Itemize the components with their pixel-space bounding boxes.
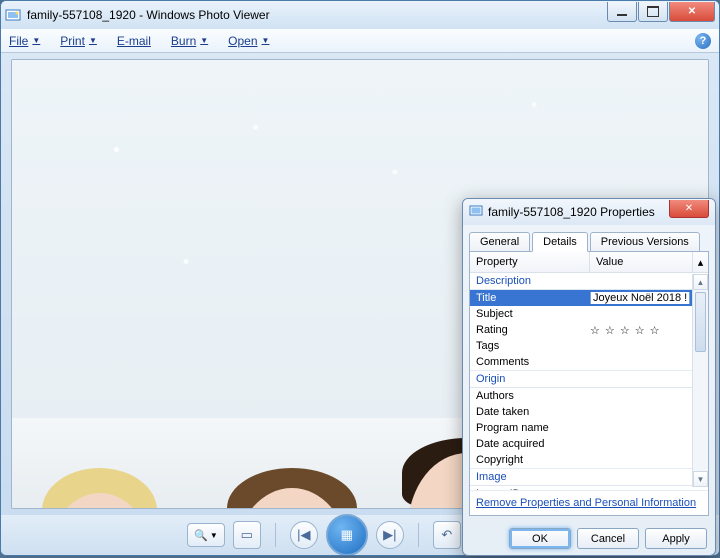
row-title[interactable]: Title Joyeux Noël 2018 ! [470, 290, 708, 306]
slideshow-button[interactable]: ▦ [326, 514, 368, 556]
remove-properties-link[interactable]: Remove Properties and Personal Informati… [470, 490, 708, 515]
next-icon: ▶| [383, 527, 396, 543]
menu-open[interactable]: Open▼ [228, 34, 269, 48]
properties-scrollbar[interactable]: ▲ ▼ [692, 274, 708, 487]
dialog-buttons: OK Cancel Apply [463, 522, 715, 555]
tab-general[interactable]: General [469, 232, 530, 252]
help-icon[interactable]: ? [695, 33, 711, 49]
properties-dialog[interactable]: family-557108_1920 Properties ✕ General … [462, 198, 716, 556]
column-property[interactable]: Property [470, 252, 590, 272]
minimize-button[interactable] [607, 2, 637, 22]
menu-burn[interactable]: Burn▼ [171, 34, 208, 48]
row-rating[interactable]: Rating☆ ☆ ☆ ☆ ☆ [470, 322, 708, 338]
group-origin: Origin [470, 370, 708, 388]
row-comments[interactable]: Comments [470, 354, 708, 370]
properties-list-header: Property Value ▴ [470, 252, 708, 273]
menu-file[interactable]: File▼ [9, 34, 40, 48]
properties-tabs: General Details Previous Versions [463, 225, 715, 251]
row-subject[interactable]: Subject [470, 306, 708, 322]
zoom-control[interactable]: 🔍▼ [187, 523, 225, 547]
tab-details[interactable]: Details [532, 232, 588, 252]
close-button[interactable] [669, 2, 715, 22]
scrollbar-thumb[interactable] [695, 292, 706, 352]
titlebar[interactable]: family-557108_1920 - Windows Photo Viewe… [1, 1, 719, 29]
maximize-button[interactable] [638, 2, 668, 22]
rotate-ccw-icon: ↶ [441, 527, 452, 543]
magnifier-icon: 🔍 [194, 529, 208, 542]
group-image: Image [470, 468, 708, 486]
row-program-name[interactable]: Program name [470, 420, 708, 436]
next-button[interactable]: ▶| [376, 521, 404, 549]
menubar: File▼ Print▼ E-mail Burn▼ Open▼ ? [1, 29, 719, 53]
scrollbar-down[interactable]: ▼ [693, 471, 708, 487]
apply-button[interactable]: Apply [645, 528, 707, 549]
menu-print[interactable]: Print▼ [60, 34, 97, 48]
group-description: Description [470, 273, 708, 290]
previous-button[interactable]: |◀ [290, 521, 318, 549]
properties-icon [469, 204, 483, 221]
fit-button[interactable]: ▭ [233, 521, 261, 549]
cancel-button[interactable]: Cancel [577, 528, 639, 549]
fit-icon: ▭ [241, 527, 253, 543]
window-title: family-557108_1920 - Windows Photo Viewe… [27, 8, 606, 22]
row-tags[interactable]: Tags [470, 338, 708, 354]
ok-button[interactable]: OK [509, 528, 571, 549]
label-title: Title [476, 292, 590, 304]
row-copyright[interactable]: Copyright [470, 452, 708, 468]
rotate-ccw-button[interactable]: ↶ [433, 521, 461, 549]
value-title-input[interactable]: Joyeux Noël 2018 ! [590, 292, 690, 304]
properties-close-button[interactable]: ✕ [669, 200, 709, 218]
properties-titlebar[interactable]: family-557108_1920 Properties ✕ [463, 199, 715, 225]
app-icon [5, 7, 21, 23]
separator [418, 523, 419, 547]
row-date-taken[interactable]: Date taken [470, 404, 708, 420]
properties-tab-body: Property Value ▴ Description Title Joyeu… [469, 251, 709, 516]
row-authors[interactable]: Authors [470, 388, 708, 404]
prev-icon: |◀ [297, 527, 310, 543]
menu-email[interactable]: E-mail [117, 34, 151, 48]
separator [275, 523, 276, 547]
scroll-up-icon[interactable]: ▴ [692, 252, 708, 272]
properties-title: family-557108_1920 Properties [488, 205, 655, 219]
tab-previous-versions[interactable]: Previous Versions [590, 232, 700, 252]
row-date-acquired[interactable]: Date acquired [470, 436, 708, 452]
properties-list[interactable]: Description Title Joyeux Noël 2018 ! Sub… [470, 273, 708, 490]
column-value[interactable]: Value [590, 252, 692, 272]
scrollbar-up[interactable]: ▲ [693, 274, 708, 290]
slideshow-icon: ▦ [341, 527, 353, 543]
rating-stars[interactable]: ☆ ☆ ☆ ☆ ☆ [590, 324, 702, 337]
